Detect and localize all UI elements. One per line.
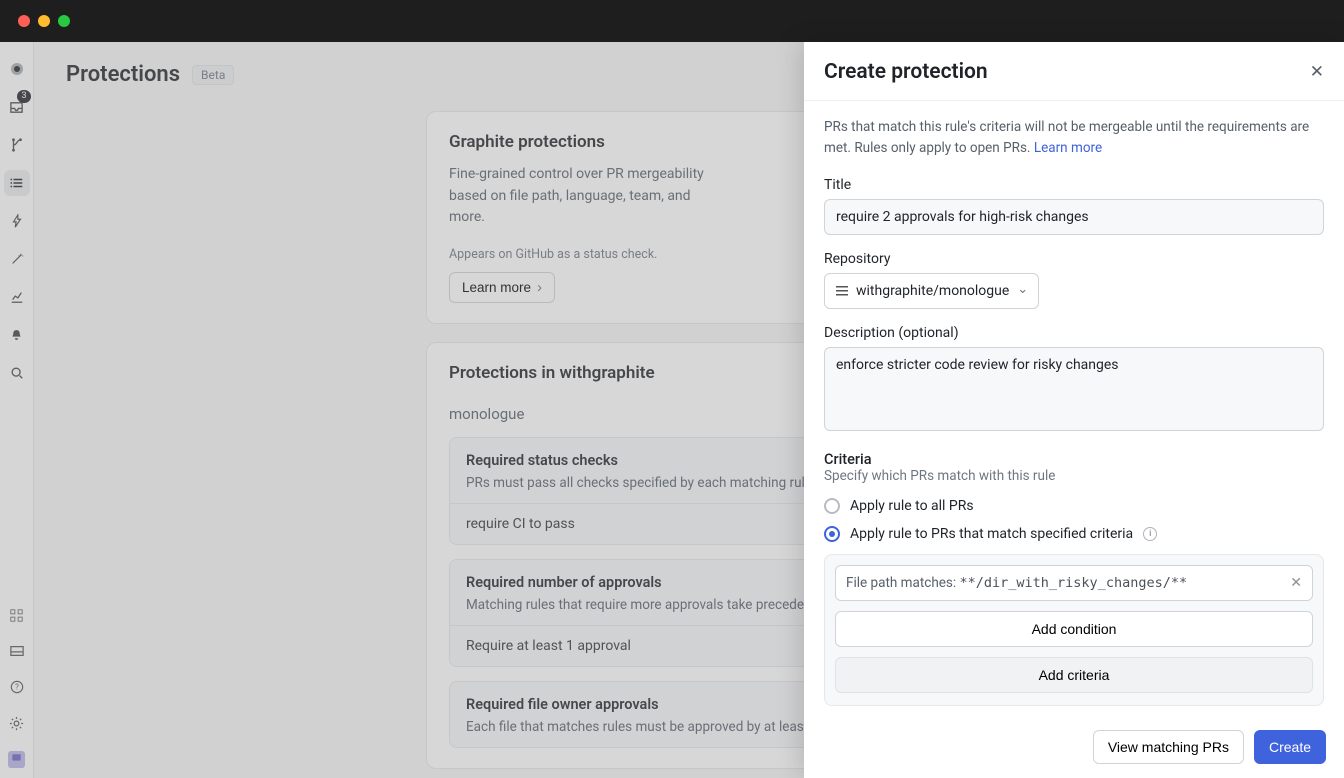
drawer-title: Create protection: [824, 60, 988, 84]
minimize-window-icon[interactable]: [38, 15, 50, 27]
condition-chip[interactable]: File path matches: **/dir_with_risky_cha…: [835, 565, 1313, 601]
search-icon[interactable]: [4, 360, 30, 386]
close-window-icon[interactable]: [18, 15, 30, 27]
radio-icon: [824, 498, 840, 514]
inbox-icon[interactable]: 3: [4, 94, 30, 120]
radio-all-label: Apply rule to all PRs: [850, 498, 974, 514]
bell-icon[interactable]: [4, 322, 30, 348]
create-button[interactable]: Create: [1254, 730, 1326, 764]
window-titlebar: [0, 0, 1344, 42]
list-icon[interactable]: [4, 170, 30, 196]
radio-icon: [824, 526, 840, 542]
chevron-right-icon: [537, 279, 542, 296]
apps-icon[interactable]: [4, 602, 30, 628]
drawer-helper-text: PRs that match this rule's criteria will…: [824, 117, 1324, 159]
hero-sub: Fine-grained control over PR mergeabilit…: [449, 164, 709, 229]
svg-text:?: ?: [15, 683, 19, 692]
chart-icon[interactable]: [4, 284, 30, 310]
learn-more-label: Learn more: [462, 280, 531, 295]
radio-apply-all[interactable]: Apply rule to all PRs: [824, 498, 1324, 514]
traffic-lights: [18, 15, 70, 27]
learn-more-button[interactable]: Learn more: [449, 272, 555, 303]
criteria-box: File path matches: **/dir_with_risky_cha…: [824, 554, 1324, 706]
condition-prefix: File path matches:: [846, 575, 960, 591]
criteria-label: Criteria: [824, 451, 1324, 468]
repo-selected-value: withgraphite/monologue: [856, 283, 1009, 299]
tray-icon[interactable]: [4, 638, 30, 664]
branch-icon[interactable]: [4, 132, 30, 158]
repo-icon: [836, 286, 848, 296]
title-label: Title: [824, 177, 1324, 193]
learn-more-link[interactable]: Learn more: [1034, 140, 1102, 156]
repo-label: Repository: [824, 251, 1324, 267]
radio-match-label: Apply rule to PRs that match specified c…: [850, 526, 1133, 542]
help-icon[interactable]: ?: [4, 674, 30, 700]
logo-icon[interactable]: [4, 56, 30, 82]
info-icon[interactable]: i: [1143, 527, 1157, 541]
add-condition-button[interactable]: Add condition: [835, 611, 1313, 647]
remove-condition-icon[interactable]: ✕: [1290, 576, 1302, 590]
title-input[interactable]: [824, 199, 1324, 235]
beta-tag: Beta: [192, 65, 234, 85]
sidebar: 3 ?: [0, 42, 34, 778]
criteria-sub: Specify which PRs match with this rule: [824, 468, 1324, 484]
radio-apply-criteria[interactable]: Apply rule to PRs that match specified c…: [824, 526, 1324, 542]
bolt-icon[interactable]: [4, 208, 30, 234]
description-input[interactable]: [824, 347, 1324, 431]
view-matching-prs-button[interactable]: View matching PRs: [1093, 730, 1244, 764]
create-protection-drawer: Create protection ✕ PRs that match this …: [804, 42, 1344, 778]
maximize-window-icon[interactable]: [58, 15, 70, 27]
page-title: Protections: [66, 62, 180, 87]
drawer-footer: View matching PRs Create: [804, 716, 1344, 778]
condition-value: **/dir_with_risky_changes/**: [960, 575, 1188, 591]
avatar-icon[interactable]: [4, 746, 30, 772]
inbox-badge: 3: [17, 90, 30, 103]
repository-select[interactable]: withgraphite/monologue: [824, 273, 1039, 309]
close-icon[interactable]: ✕: [1310, 64, 1324, 81]
description-label: Description (optional): [824, 325, 1324, 341]
gear-icon[interactable]: [4, 710, 30, 736]
wand-icon[interactable]: [4, 246, 30, 272]
add-criteria-button[interactable]: Add criteria: [835, 657, 1313, 693]
chevron-down-icon: [1017, 283, 1028, 299]
